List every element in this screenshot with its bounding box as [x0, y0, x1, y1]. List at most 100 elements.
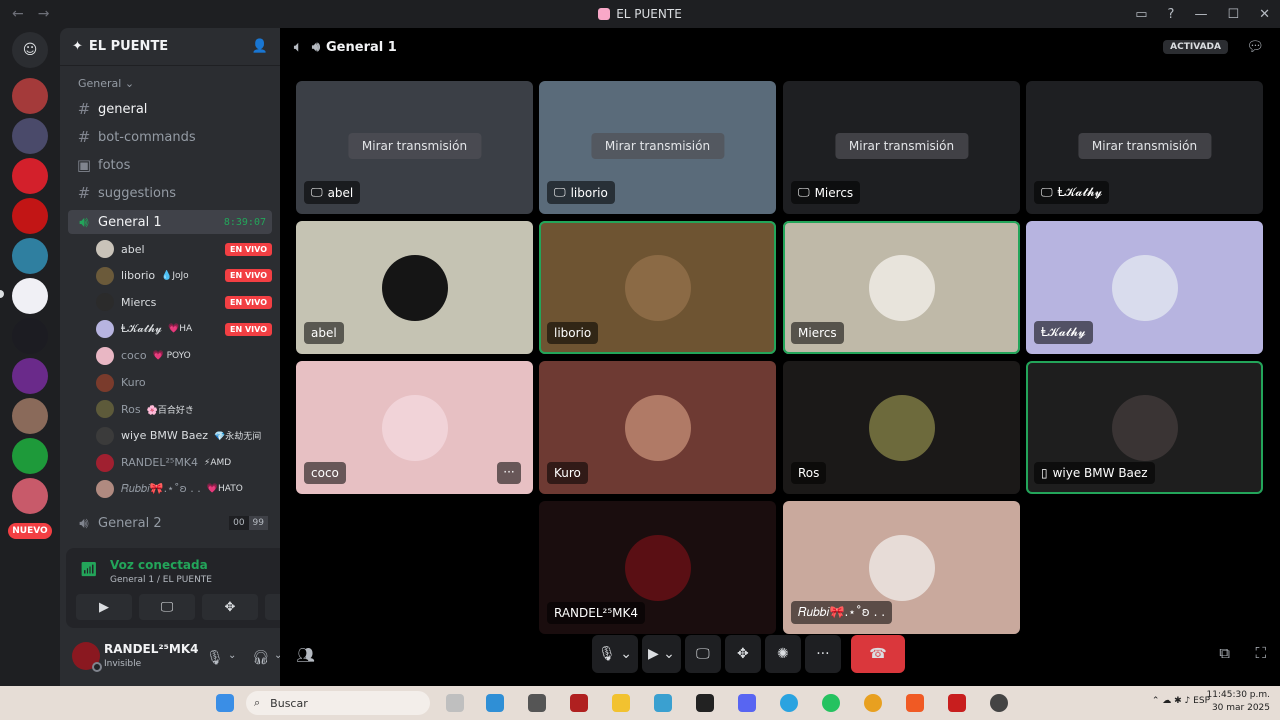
- participant-label: Miercs: [791, 322, 844, 344]
- taskbar-search[interactable]: ⌕ Buscar: [246, 691, 430, 715]
- chrome-icon[interactable]: [864, 694, 882, 712]
- channel-general[interactable]: # general: [68, 97, 272, 121]
- voice-channel-general-1[interactable]: 🔊︎ General 1 8:39:07: [68, 210, 272, 234]
- brave-icon[interactable]: [906, 694, 924, 712]
- voice-user[interactable]: Ⱡ𝓚𝓪𝓽𝓱𝔂 💗HA EN VIVO: [96, 318, 272, 340]
- channel-fotos[interactable]: ▣ fotos: [68, 153, 272, 177]
- file-explorer-icon[interactable]: [612, 694, 630, 712]
- fullscreen-icon[interactable]: ⛶: [1255, 644, 1266, 662]
- system-tray[interactable]: ⌃ ☁ ✱ ♪ ESP: [1152, 696, 1210, 706]
- app-icon[interactable]: [990, 694, 1008, 712]
- media-player-icon[interactable]: [696, 694, 714, 712]
- voice-user[interactable]: RANDEL²⁵MK4 ⚡AMD: [96, 452, 272, 474]
- discord-home-icon[interactable]: ☺: [12, 32, 48, 68]
- voice-user[interactable]: abel EN VIVO: [96, 238, 272, 260]
- username[interactable]: RANDEL²⁵MK4: [104, 642, 198, 656]
- server-icon[interactable]: [12, 78, 48, 114]
- disconnect-button[interactable]: ☎︎: [850, 635, 905, 673]
- close-button[interactable]: ✕: [1259, 7, 1270, 22]
- start-icon[interactable]: [216, 694, 234, 712]
- taskview-icon[interactable]: [446, 694, 464, 712]
- server-icon[interactable]: [12, 238, 48, 274]
- app-icon[interactable]: [528, 694, 546, 712]
- chevron-down-icon[interactable]: ⌄: [228, 650, 236, 661]
- channel-bot-commands[interactable]: # bot-commands: [68, 125, 272, 149]
- voice-user[interactable]: Ros 🌸百合好き: [96, 398, 272, 420]
- add-member-icon[interactable]: 👤: [252, 39, 268, 54]
- app-icon[interactable]: [570, 694, 588, 712]
- server-icon[interactable]: [12, 398, 48, 434]
- activities-button[interactable]: ✥: [724, 635, 761, 673]
- back-icon[interactable]: ←: [12, 6, 24, 22]
- participant-avatar: [868, 534, 935, 601]
- app-icon[interactable]: [948, 694, 966, 712]
- participant-tile[interactable]: RANDEL²⁵MK4: [539, 501, 776, 634]
- screen-share-button[interactable]: 🖵︎: [684, 635, 721, 673]
- participant-tile[interactable]: coco ···: [296, 361, 533, 494]
- inbox-icon[interactable]: ▭: [1135, 7, 1147, 22]
- participant-tile[interactable]: Miercs: [783, 221, 1020, 354]
- server-icon[interactable]: [12, 118, 48, 154]
- maximize-button[interactable]: ☐: [1227, 7, 1239, 22]
- stream-tile[interactable]: Mirar transmisión 🖵︎ liborio: [539, 81, 776, 214]
- server-icon[interactable]: [12, 278, 48, 314]
- server-icon[interactable]: [12, 478, 48, 514]
- watch-stream-button[interactable]: Mirar transmisión: [1077, 133, 1212, 159]
- participant-tile[interactable]: liborio: [539, 221, 776, 354]
- voice-user[interactable]: Kuro: [96, 372, 272, 394]
- camera-off-button[interactable]: ▶︎: [76, 594, 132, 620]
- app-icon[interactable]: [654, 694, 672, 712]
- mic-toggle-button[interactable]: 🎙︎ ⌄: [592, 635, 638, 673]
- more-options-button[interactable]: ···: [804, 635, 841, 673]
- stream-tile[interactable]: Mirar transmisión 🖵︎ Ⱡ𝓚𝓪𝓽𝓱𝔂: [1026, 81, 1263, 214]
- screen-share-button[interactable]: 🖵︎: [139, 594, 195, 620]
- participant-tile[interactable]: Ros: [783, 361, 1020, 494]
- invite-icon[interactable]: 👥︎: [296, 646, 315, 664]
- participant-tile[interactable]: Ⱡ𝓚𝓪𝓽𝓱𝔂: [1026, 221, 1263, 354]
- server-icon[interactable]: [12, 198, 48, 234]
- camera-toggle-button[interactable]: ▶︎ ⌄: [641, 635, 681, 673]
- store-icon[interactable]: [486, 694, 504, 712]
- voice-user[interactable]: coco 💗 POYO: [96, 345, 272, 367]
- voice-user[interactable]: wiye BMW Baez 💎永劫无间: [96, 425, 272, 447]
- discord-icon[interactable]: [738, 694, 756, 712]
- voice-user[interactable]: liborio 💧JoJo EN VIVO: [96, 265, 272, 287]
- channel-suggestions[interactable]: # suggestions: [68, 181, 272, 205]
- server-icon[interactable]: [12, 358, 48, 394]
- telegram-icon[interactable]: [780, 694, 798, 712]
- more-options-button[interactable]: ···: [497, 462, 521, 484]
- activity-badge[interactable]: ACTIVADA: [1163, 40, 1228, 54]
- speaker-icon[interactable]: 🔈︎: [294, 40, 302, 55]
- mic-icon[interactable]: 🎙︎: [206, 650, 224, 666]
- participant-tile[interactable]: 𝑅𝑢𝑏𝑏𝑖🎀.⋆˚ʚ . .: [783, 501, 1020, 634]
- watch-stream-button[interactable]: Mirar transmisión: [590, 133, 725, 159]
- clock[interactable]: 11:45:30 p.m. 30 mar 2025: [1207, 689, 1270, 715]
- voice-location[interactable]: General 1 / EL PUENTE: [110, 575, 212, 585]
- watch-stream-button[interactable]: Mirar transmisión: [347, 133, 482, 159]
- participant-tile[interactable]: abel: [296, 221, 533, 354]
- watch-stream-button[interactable]: Mirar transmisión: [834, 133, 969, 159]
- signal-icon[interactable]: 📶︎: [80, 562, 98, 578]
- server-icon[interactable]: [12, 158, 48, 194]
- voice-user[interactable]: 𝑅𝑢𝑏𝑏𝑖🎀.⋆˚ʚ . . 💗HATO: [96, 478, 272, 500]
- stream-tile[interactable]: Mirar transmisión 🖵︎ Miercs: [783, 81, 1020, 214]
- voice-channel-general-2[interactable]: 🔊︎ General 2 00 99: [68, 511, 272, 535]
- new-badge[interactable]: NUEVO: [8, 523, 52, 539]
- help-icon[interactable]: ?: [1168, 7, 1175, 22]
- participant-tile[interactable]: ▯ wiye BMW Baez: [1026, 361, 1263, 494]
- pop-out-icon[interactable]: ⧉: [1219, 644, 1230, 662]
- minimize-button[interactable]: —: [1194, 7, 1207, 22]
- server-icon[interactable]: [12, 438, 48, 474]
- forward-icon[interactable]: →: [38, 6, 50, 22]
- voice-user[interactable]: Miercs EN VIVO: [96, 291, 272, 313]
- server-icon[interactable]: [12, 318, 48, 354]
- stream-tile[interactable]: Mirar transmisión 🖵︎ abel: [296, 81, 533, 214]
- headphones-icon[interactable]: 🎧︎: [252, 650, 270, 666]
- whatsapp-icon[interactable]: [822, 694, 840, 712]
- participant-tile[interactable]: Kuro: [539, 361, 776, 494]
- chat-icon[interactable]: 💬︎: [1246, 39, 1264, 55]
- activities-button[interactable]: ✥: [202, 594, 258, 620]
- server-header[interactable]: ✦ EL PUENTE 👤: [60, 28, 280, 66]
- soundboard-button[interactable]: ✺: [764, 635, 801, 673]
- category-general[interactable]: General ⌄: [78, 77, 134, 90]
